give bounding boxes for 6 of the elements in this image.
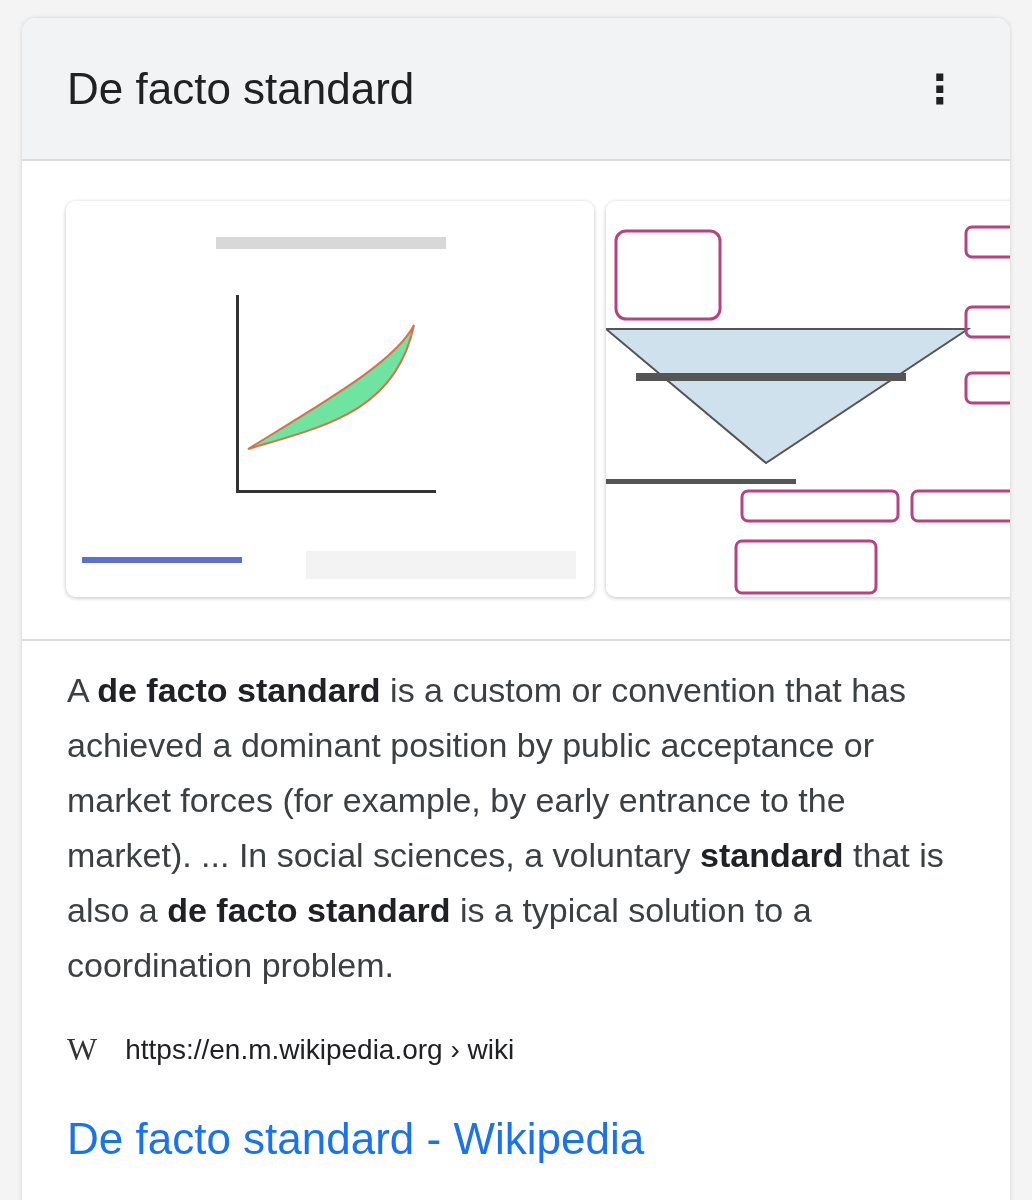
more-options-button[interactable]: ⋮ [914, 65, 966, 112]
card-title: De facto standard [67, 63, 415, 114]
source-logo: W [67, 1031, 98, 1068]
result-link[interactable]: De facto standard - Wikipedia [67, 1114, 645, 1164]
description-text: A de facto standard is a custom or convention that has achieved a dominant position by public acceptance or market forces (for example, by early entrance to the market). ... In social sciences, a voluntary standard that is also a de facto standard is a typical solution to a coordination problem. [67, 670, 945, 986]
source-url: https://en.m.wikipedia.org › wiki [125, 1033, 515, 1066]
